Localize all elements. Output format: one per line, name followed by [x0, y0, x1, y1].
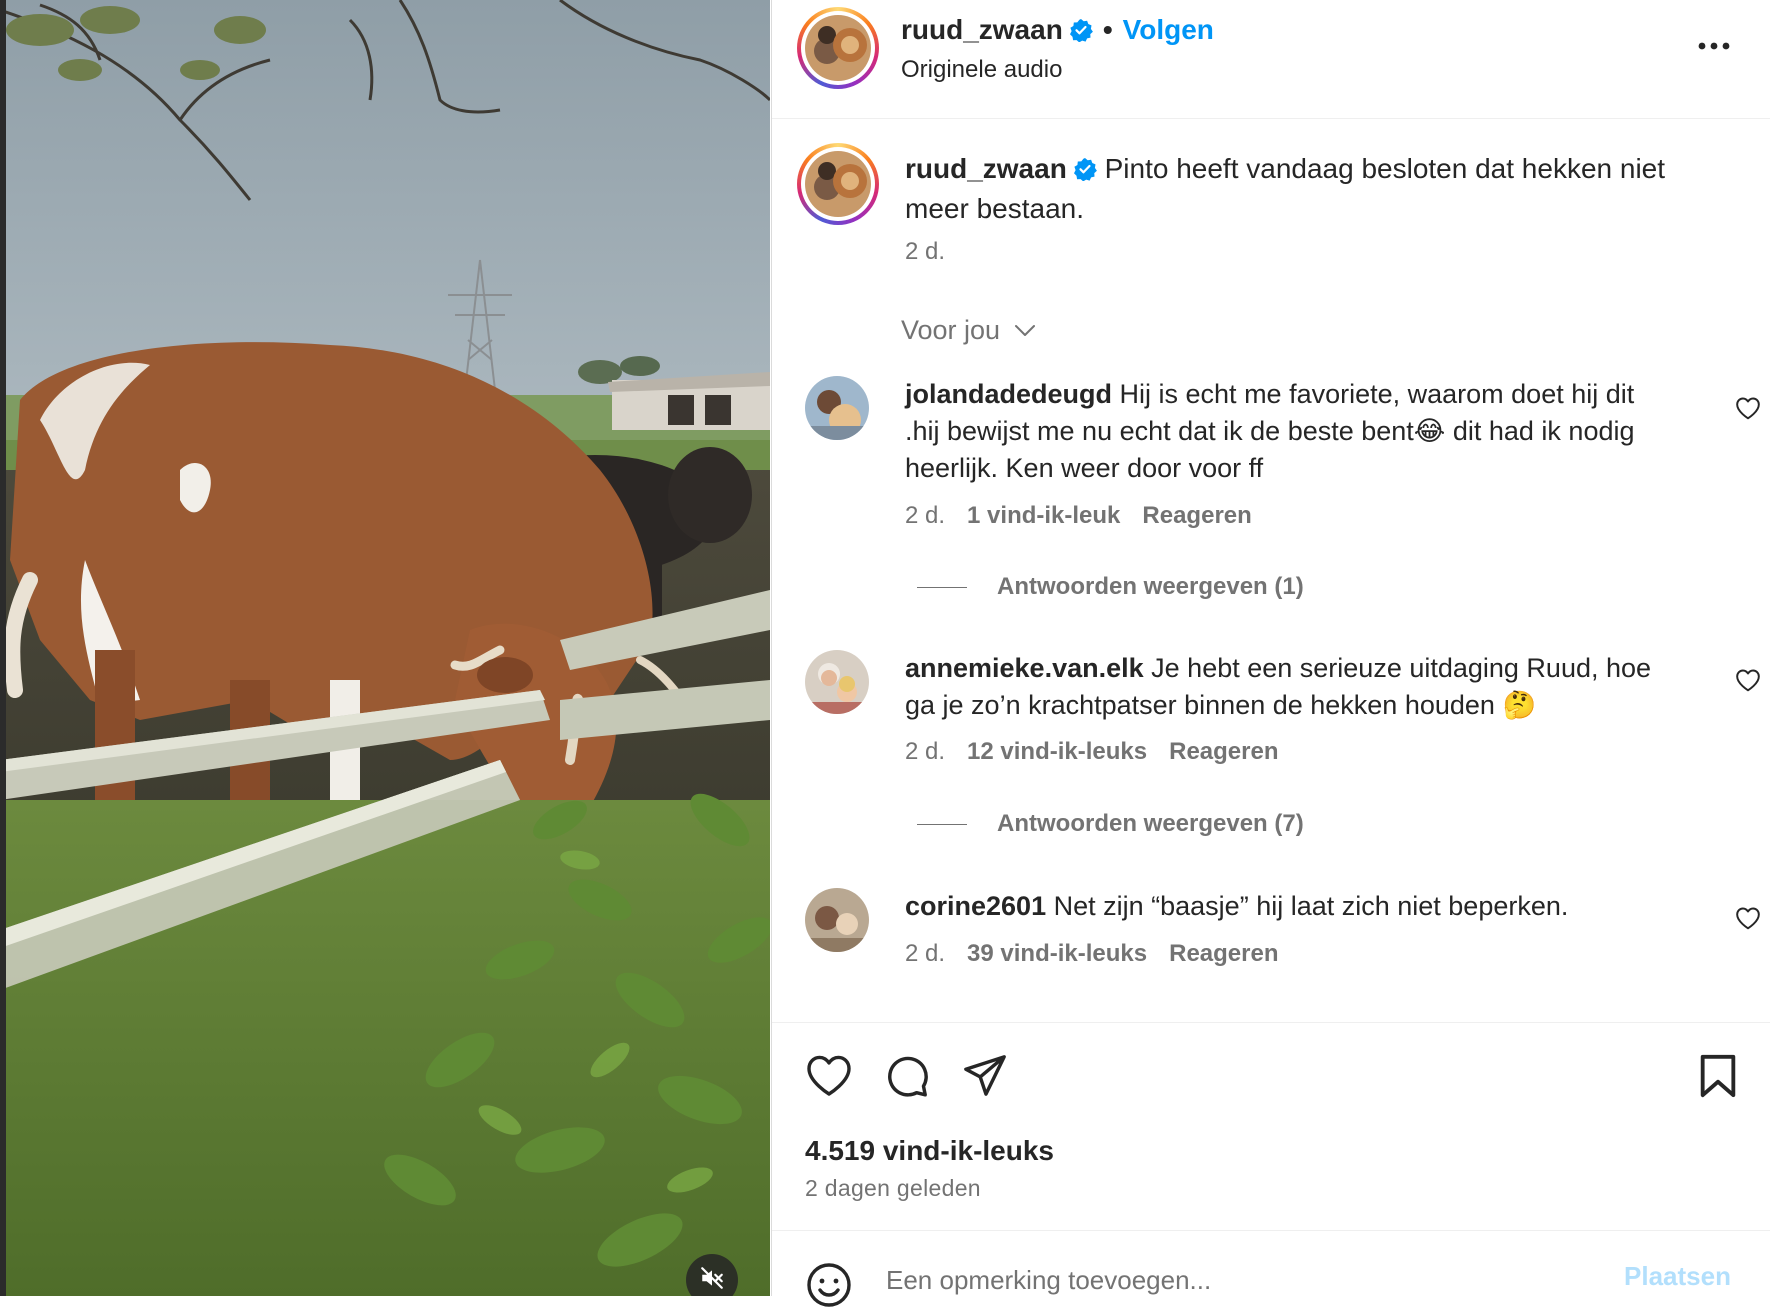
comment-like-count[interactable]: 12 vind-ik-leuks [967, 738, 1147, 765]
comment-reply-button[interactable]: Reageren [1169, 738, 1278, 765]
more-options-icon [1690, 42, 1738, 66]
share-button[interactable] [962, 1053, 1008, 1102]
heart-icon [1735, 397, 1761, 424]
post-media-video[interactable] [0, 0, 770, 1296]
comment-time[interactable]: 2 d. [905, 738, 945, 765]
comment-body: annemieke.van.elk Je hebt een serieuze u… [905, 650, 1665, 724]
comment-meta: 2 d. 1 vind-ik-leuk Reageren [905, 502, 1274, 530]
author-avatar[interactable] [797, 7, 879, 89]
comment-item: jolandadedeugd Hij is echt me favoriete,… [805, 376, 1760, 606]
comment-item: annemieke.van.elk Je hebt een serieuze u… [805, 650, 1760, 780]
commenter-username[interactable]: annemieke.van.elk [905, 653, 1144, 683]
comment-emoji: 😂 [1413, 416, 1446, 447]
comment-emoji: 🤔 [1502, 690, 1537, 721]
like-button[interactable] [805, 1053, 853, 1102]
caption-author-avatar[interactable] [797, 143, 879, 225]
comments-sort-label: Voor jou [901, 315, 1001, 345]
replies-divider-line [917, 824, 967, 826]
comment-body: corine2601 Net zijn “baasje” hij laat zi… [905, 888, 1665, 925]
post-header: ruud_zwaan • Volgen Originele audio [772, 0, 1770, 119]
comment-reply-button[interactable]: Reageren [1169, 940, 1278, 967]
post-details-panel: ruud_zwaan • Volgen Originele audio ruud_z… [771, 0, 1770, 1307]
comments-sort-dropdown[interactable]: Voor jou [901, 314, 1036, 346]
comment-input[interactable] [884, 1257, 1588, 1303]
bookmark-icon [1698, 1054, 1738, 1103]
share-icon [962, 1055, 1008, 1101]
post-caption: ruud_zwaan Pinto heeft vandaag besloten … [905, 150, 1735, 227]
comment-like-button[interactable] [1735, 906, 1761, 930]
audio-label[interactable]: Originele audio [901, 56, 1062, 84]
comment-like-button[interactable] [1735, 396, 1761, 420]
commenter-avatar[interactable] [805, 650, 869, 714]
comment-like-count[interactable]: 1 vind-ik-leuk [967, 502, 1120, 529]
view-replies-label: Antwoorden weergeven (7) [997, 810, 1304, 837]
comment-body: jolandadedeugd Hij is echt me favoriete,… [905, 376, 1665, 487]
more-options-button[interactable] [1690, 26, 1738, 62]
author-username[interactable]: ruud_zwaan [901, 14, 1063, 45]
comment-time[interactable]: 2 d. [905, 940, 945, 967]
comment-meta: 2 d. 12 vind-ik-leuks Reageren [905, 738, 1301, 766]
verified-badge-icon [1073, 153, 1097, 190]
comment-like-button[interactable] [1735, 668, 1761, 692]
cow-video-frame [0, 0, 770, 1296]
comment-composer: Plaatsen [772, 1230, 1770, 1307]
post-comment-button[interactable]: Plaatsen [1624, 1261, 1731, 1292]
comment-item: corine2601 Net zijn “baasje” hij laat zi… [805, 888, 1760, 988]
commenter-avatar[interactable] [805, 376, 869, 440]
commenter-avatar[interactable] [805, 888, 869, 952]
comment-like-count[interactable]: 39 vind-ik-leuks [967, 940, 1147, 967]
comment-button[interactable] [884, 1053, 930, 1104]
commenter-username[interactable]: corine2601 [905, 891, 1046, 921]
commenter-username[interactable]: jolandadedeugd [905, 379, 1112, 409]
caption-timestamp[interactable]: 2 d. [905, 238, 945, 266]
heart-icon [1735, 907, 1761, 934]
comment-meta: 2 d. 39 vind-ik-leuks Reageren [905, 940, 1301, 968]
emoji-icon [805, 1263, 853, 1313]
post-timestamp[interactable]: 2 dagen geleden [805, 1175, 981, 1202]
speaker-muted-icon [699, 1265, 725, 1296]
chevron-down-icon [1014, 314, 1036, 345]
comment-icon [884, 1056, 930, 1103]
caption-username[interactable]: ruud_zwaan [905, 153, 1067, 184]
replies-divider-line [917, 587, 967, 589]
heart-icon [805, 1055, 853, 1101]
header-user-line: ruud_zwaan • Volgen [901, 14, 1214, 49]
save-button[interactable] [1698, 1053, 1738, 1104]
separator-dot: • [1102, 14, 1113, 45]
follow-button[interactable]: Volgen [1123, 14, 1214, 45]
emoji-picker-button[interactable] [805, 1261, 853, 1314]
view-replies-button[interactable]: Antwoorden weergeven (7) [917, 810, 1304, 838]
heart-icon [1735, 669, 1761, 696]
comment-time[interactable]: 2 d. [905, 502, 945, 529]
view-replies-label: Antwoorden weergeven (1) [997, 573, 1304, 600]
verified-badge-icon [1069, 17, 1093, 49]
post-like-count[interactable]: 4.519 vind-ik-leuks [805, 1135, 1054, 1167]
comment-reply-button[interactable]: Reageren [1142, 502, 1251, 529]
comment-text: Net zijn “baasje” hij laat zich niet bep… [1053, 891, 1569, 921]
view-replies-button[interactable]: Antwoorden weergeven (1) [917, 573, 1304, 601]
